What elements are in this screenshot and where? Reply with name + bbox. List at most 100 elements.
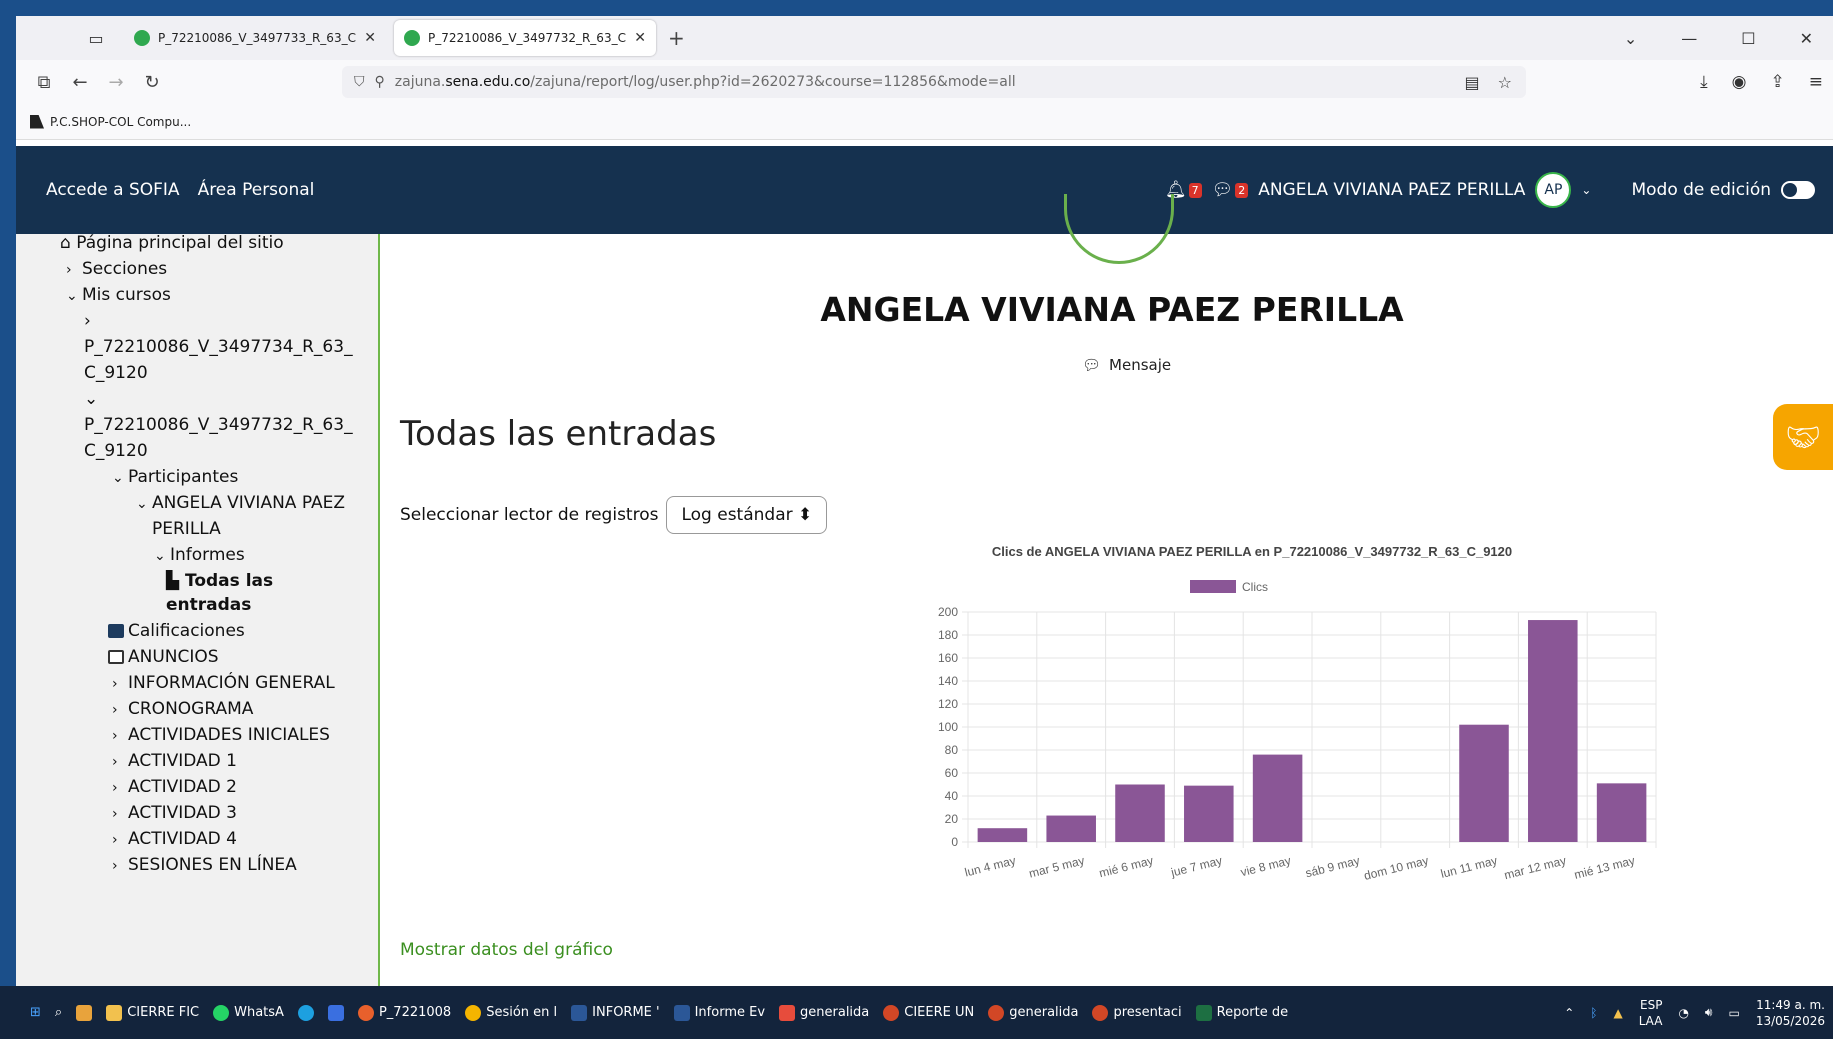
drawer-course-2[interactable]: P_72210086_V_3497732_R_63_ <box>84 412 353 438</box>
bluetooth-icon[interactable]: ᛒ <box>1590 1006 1597 1020</box>
address-bar[interactable]: ⛉ ⚲ zajuna.sena.edu.co/zajuna/report/log… <box>342 66 1526 98</box>
chart-title: Clics de ANGELA VIVIANA PAEZ PERILLA en … <box>992 544 1512 559</box>
bar[interactable] <box>1459 724 1509 842</box>
edit-mode-toggle[interactable] <box>1781 181 1815 199</box>
language-indicator[interactable]: ESP LAA <box>1639 997 1663 1029</box>
taskbar-item[interactable]: presentaci <box>1092 1004 1182 1021</box>
bar[interactable] <box>1184 785 1234 842</box>
tab-title: P_72210086_V_3497732_R_63_C <box>428 31 626 45</box>
bar[interactable] <box>1252 754 1303 842</box>
maximize-icon[interactable]: ☐ <box>1741 29 1755 48</box>
windows-start-icon[interactable]: ⊞ <box>30 1005 41 1020</box>
edit-mode-label: Modo de edición <box>1631 180 1771 200</box>
drawer-section-item[interactable]: › CRONOGRAMA <box>112 696 253 723</box>
bar[interactable] <box>1596 783 1647 842</box>
drawer-course-2-suffix[interactable]: C_9120 <box>84 438 148 464</box>
drawer-section-item[interactable]: › ACTIVIDAD 3 <box>112 800 237 827</box>
bar[interactable] <box>1046 815 1096 842</box>
avatar[interactable]: AP <box>1535 172 1572 208</box>
drawer-section-item[interactable]: › INFORMACIÓN GENERAL <box>112 670 335 697</box>
wifi-icon[interactable]: ◔ <box>1678 1006 1688 1020</box>
bar[interactable] <box>977 828 1028 842</box>
taskbar-item[interactable]: Sesión en l <box>465 1004 557 1021</box>
help-handshake-icon[interactable]: 🤝︎ <box>1773 404 1833 470</box>
taskbar-item[interactable]: P_7221008 <box>357 1004 451 1021</box>
drawer-all-entries[interactable]: ▙ Todas las <box>166 568 273 594</box>
drawer-sections[interactable]: › Secciones <box>66 256 167 283</box>
chevron-right-icon[interactable]: › <box>84 308 91 334</box>
drawer-reports[interactable]: ⌄ Informes <box>154 542 245 569</box>
user-menu-name[interactable]: ANGELA VIVIANA PAEZ PERILLA <box>1258 180 1525 200</box>
taskbar-item[interactable]: Informe Ev <box>673 1004 765 1021</box>
copilot-icon[interactable] <box>76 1004 93 1021</box>
battery-icon[interactable]: ▭ <box>1728 1006 1739 1020</box>
personal-area-link[interactable]: Área Personal <box>198 180 315 200</box>
log-reader-select[interactable]: Log estándar ⬍ <box>666 496 828 534</box>
chevron-up-icon[interactable]: ⌃ <box>1564 1006 1574 1020</box>
close-tab-icon[interactable]: ✕ <box>364 30 376 46</box>
drawer-section-item[interactable]: › ACTIVIDAD 4 <box>112 826 237 853</box>
messages-button[interactable]: 💬︎ 2 <box>1212 180 1249 200</box>
message-button[interactable]: 💬︎ Mensaje <box>1082 356 1171 374</box>
chevron-right-icon: › <box>112 806 118 822</box>
taskbar-item[interactable]: CIEERE UN <box>883 1004 974 1021</box>
volume-icon[interactable]: 🔊︎ <box>1705 1005 1713 1020</box>
drawer-home-link[interactable]: ⌂ Página principal del sitio <box>60 234 284 256</box>
drawer-user[interactable]: ⌄ ANGELA VIVIANA PAEZ <box>136 490 345 517</box>
forward-icon[interactable]: → <box>98 72 134 93</box>
edge-icon[interactable] <box>297 1004 314 1021</box>
drawer-user-suffix[interactable]: PERILLA <box>152 516 221 542</box>
menu-icon[interactable]: ≡ <box>1809 72 1823 92</box>
drawer-course-1[interactable]: P_72210086_V_3497734_R_63_ <box>84 334 353 360</box>
browser-tab-1[interactable]: P_72210086_V_3497733_R_63_C ✕ <box>124 20 386 56</box>
minimize-icon[interactable]: — <box>1681 29 1697 48</box>
permissions-icon[interactable]: ⚲ <box>375 74 385 90</box>
bar[interactable] <box>1528 620 1578 842</box>
chevron-down-icon[interactable]: ⌄ <box>1581 183 1591 197</box>
shield-icon[interactable]: ⛉ <box>354 74 365 90</box>
bar[interactable] <box>1115 784 1165 843</box>
drawer-all-entries-suffix[interactable]: entradas <box>166 592 251 618</box>
show-chart-data-link[interactable]: Mostrar datos del gráfico <box>400 940 613 960</box>
taskbar-item[interactable]: generalida <box>779 1004 869 1021</box>
sofia-link[interactable]: Accede a SOFIA <box>46 180 180 200</box>
taskbar-item[interactable]: Reporte de <box>1195 1004 1288 1021</box>
drawer-course-1-suffix[interactable]: C_9120 <box>84 360 148 386</box>
tab-overflow-chevron-icon[interactable]: ⌄ <box>1624 29 1637 48</box>
x-tick-label: dom 10 may <box>1362 853 1429 883</box>
warning-icon[interactable]: ▲ <box>1613 1006 1622 1020</box>
browser-tab-2[interactable]: P_72210086_V_3497732_R_63_C ✕ <box>394 20 656 56</box>
bookmark-star-icon[interactable]: ☆ <box>1498 73 1512 92</box>
reader-view-icon[interactable]: ▤ <box>1465 73 1480 92</box>
account-icon[interactable]: ◉ <box>1732 72 1747 92</box>
tab-list-icon[interactable]: ▭ <box>76 22 116 54</box>
legend-swatch[interactable] <box>1190 580 1236 593</box>
new-tab-icon[interactable]: + <box>668 26 685 50</box>
drawer-section-item[interactable]: › ACTIVIDADES INICIALES <box>112 722 330 749</box>
drawer-announcements[interactable]: ANUNCIOS <box>108 644 219 670</box>
download-icon[interactable]: ⤓ <box>1700 72 1708 92</box>
drawer-participants[interactable]: ⌄ Participantes <box>112 464 238 491</box>
app-icon[interactable] <box>327 1004 344 1021</box>
reload-icon[interactable]: ↻ <box>134 72 170 93</box>
search-icon[interactable]: ⌕ <box>55 1005 62 1020</box>
chevron-right-icon: › <box>112 832 118 848</box>
taskbar-item[interactable]: generalida <box>988 1004 1078 1021</box>
drawer-section-item[interactable]: › ACTIVIDAD 2 <box>112 774 237 801</box>
drawer-grades[interactable]: Calificaciones <box>108 618 245 644</box>
drawer-my-courses[interactable]: ⌄ Mis cursos <box>66 282 171 309</box>
close-tab-icon[interactable]: ✕ <box>634 30 646 46</box>
chevron-right-icon: › <box>112 702 118 718</box>
share-icon[interactable]: ⇪ <box>1771 72 1785 92</box>
clock[interactable]: 11:49 a. m. 13/05/2026 <box>1756 997 1825 1029</box>
taskbar-item[interactable]: CIERRE FIC <box>106 1004 199 1021</box>
bookmark-item[interactable]: P.C.SHOP-COL Compu... <box>50 115 191 129</box>
chevron-down-icon[interactable]: ⌄ <box>84 386 98 412</box>
drawer-section-item[interactable]: › SESIONES EN LÍNEA <box>112 852 297 879</box>
close-window-icon[interactable]: ✕ <box>1800 29 1813 48</box>
sidebar-toggle-icon[interactable]: ⧉ <box>26 72 62 93</box>
taskbar-item[interactable]: WhatsA <box>213 1004 284 1021</box>
back-icon[interactable]: ← <box>62 72 98 93</box>
taskbar-item[interactable]: INFORME ' <box>571 1004 660 1021</box>
drawer-section-item[interactable]: › ACTIVIDAD 1 <box>112 748 237 775</box>
